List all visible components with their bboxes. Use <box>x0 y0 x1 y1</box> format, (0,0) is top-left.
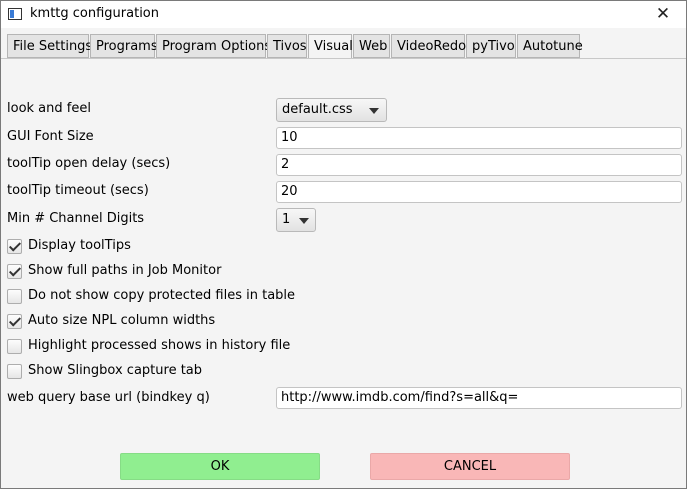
tab-divider <box>1 58 686 59</box>
checkbox-label: Show full paths in Job Monitor <box>28 263 222 278</box>
app-icon <box>8 8 22 20</box>
checkbox-box[interactable] <box>7 264 22 279</box>
min-channel-digits-select[interactable]: 1 <box>276 208 316 232</box>
checkbox-label: Show Slingbox capture tab <box>28 363 203 378</box>
check-icon <box>8 239 22 252</box>
tab-web[interactable]: Web <box>353 34 390 58</box>
gui-font-size-label: GUI Font Size <box>7 129 94 144</box>
tab-pytivo[interactable]: pyTivo <box>466 34 516 58</box>
gui-font-size-field[interactable]: 10 <box>276 127 682 149</box>
cancel-button[interactable]: CANCEL <box>370 453 570 480</box>
min-channel-digits-label: Min # Channel Digits <box>7 211 145 226</box>
tooltip-timeout-field[interactable]: 20 <box>276 181 682 203</box>
look-and-feel-select[interactable]: default.css <box>276 98 387 122</box>
chevron-down-icon <box>369 108 379 114</box>
ok-button[interactable]: OK <box>120 453 320 480</box>
tab-file-settings[interactable]: File Settings <box>7 34 92 58</box>
check-icon <box>8 314 22 327</box>
min-channel-digits-value: 1 <box>282 212 291 227</box>
checkbox-box[interactable] <box>7 314 22 329</box>
tab-visual[interactable]: Visual <box>308 34 353 59</box>
tab-programs[interactable]: Programs <box>90 34 158 58</box>
web-query-url-label: web query base url (bindkey q) <box>7 390 210 405</box>
checkbox-box[interactable] <box>7 289 22 304</box>
config-window: kmttg configuration ✕ File Settings Prog… <box>0 0 687 489</box>
look-and-feel-label: look and feel <box>7 101 91 116</box>
window-title: kmttg configuration <box>30 6 160 21</box>
checkbox-box[interactable] <box>7 364 22 379</box>
tooltip-open-delay-label: toolTip open delay (secs) <box>7 156 171 171</box>
checkbox-box[interactable] <box>7 339 22 354</box>
web-query-url-field[interactable]: http://www.imdb.com/find?s=all&q= <box>276 387 682 409</box>
close-icon[interactable]: ✕ <box>640 1 686 28</box>
chevron-down-icon <box>299 218 309 224</box>
checkbox-label: Do not show copy protected files in tabl… <box>28 288 296 303</box>
checkbox-label: Display toolTips <box>28 238 131 253</box>
checkbox-label: Auto size NPL column widths <box>28 313 216 328</box>
tooltip-open-delay-field[interactable]: 2 <box>276 154 682 176</box>
title-bar: kmttg configuration ✕ <box>1 1 686 28</box>
check-icon <box>8 264 22 277</box>
tab-videoredo[interactable]: VideoRedo <box>391 34 466 58</box>
tab-autotune[interactable]: Autotune <box>517 34 583 58</box>
tab-tivos[interactable]: Tivos <box>267 34 307 58</box>
checkbox-box[interactable] <box>7 239 22 254</box>
look-and-feel-value: default.css <box>282 102 353 117</box>
checkbox-label: Highlight processed shows in history fil… <box>28 338 291 353</box>
tooltip-timeout-label: toolTip timeout (secs) <box>7 183 149 198</box>
tab-program-options[interactable]: Program Options <box>156 34 271 58</box>
